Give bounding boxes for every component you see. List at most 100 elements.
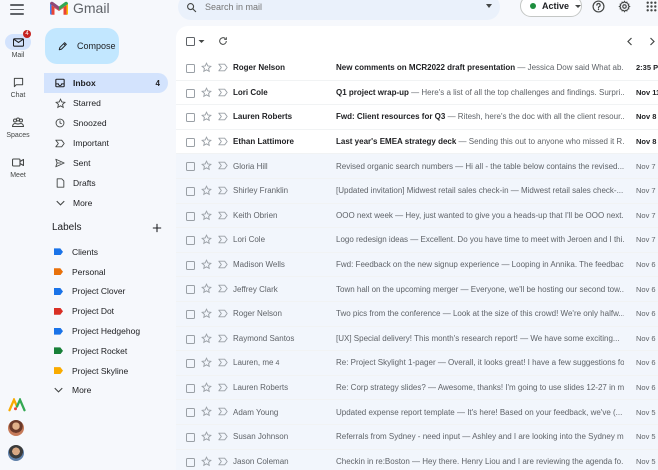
star-icon[interactable] xyxy=(201,308,212,319)
table-row[interactable]: Lori Cole Q1 project wrap-up — Here's a l… xyxy=(176,80,658,106)
star-icon[interactable] xyxy=(201,357,212,368)
search-icon[interactable] xyxy=(186,2,197,13)
table-row[interactable]: Lauren Roberts Fwd: Client resources for … xyxy=(176,105,658,130)
important-marker-icon[interactable] xyxy=(218,407,228,416)
workspace-logo-icon[interactable] xyxy=(8,398,26,412)
row-checkbox[interactable] xyxy=(186,186,195,196)
nav-item-more[interactable]: More xyxy=(44,193,168,213)
help-icon[interactable] xyxy=(592,0,605,13)
row-checkbox[interactable] xyxy=(186,432,195,442)
nav-item-inbox[interactable]: Inbox 4 xyxy=(44,73,168,93)
table-row[interactable]: Jeffrey Clark Town hall on the upcoming m… xyxy=(176,277,658,302)
table-row[interactable]: Gloria Hill Revised organic search number… xyxy=(176,154,658,179)
row-checkbox[interactable] xyxy=(186,285,195,295)
avatar[interactable] xyxy=(8,420,24,436)
nav-item-important[interactable]: Important xyxy=(44,133,168,153)
chevron-right-icon[interactable] xyxy=(649,37,656,46)
important-marker-icon[interactable] xyxy=(218,63,228,72)
row-checkbox[interactable] xyxy=(186,162,195,172)
table-row[interactable]: Ethan Lattimore Last year's EMEA strategy… xyxy=(176,129,658,155)
row-checkbox[interactable] xyxy=(186,383,195,393)
important-marker-icon[interactable] xyxy=(218,457,228,466)
rail-item-meet[interactable]: Meet xyxy=(0,154,36,179)
row-checkbox[interactable] xyxy=(186,359,195,369)
star-icon[interactable] xyxy=(201,62,212,73)
star-icon[interactable] xyxy=(201,185,212,196)
important-marker-icon[interactable] xyxy=(218,161,228,170)
row-checkbox[interactable] xyxy=(186,211,195,221)
label-item[interactable]: Project Rocket xyxy=(44,341,168,361)
rail-item-chat[interactable]: Chat xyxy=(0,74,36,99)
chevron-down-icon[interactable] xyxy=(198,39,205,44)
row-checkbox[interactable] xyxy=(186,334,195,344)
star-icon[interactable] xyxy=(201,283,212,294)
star-icon[interactable] xyxy=(201,381,212,393)
star-icon[interactable] xyxy=(201,332,212,344)
apps-grid-icon[interactable] xyxy=(645,0,658,13)
table-row[interactable]: Madison Wells Fwd: Feedback on the new si… xyxy=(176,252,658,278)
important-marker-icon[interactable] xyxy=(218,432,228,441)
important-marker-icon[interactable] xyxy=(218,88,228,97)
star-icon[interactable] xyxy=(201,86,212,98)
rail-item-mail[interactable]: 4 Mail xyxy=(0,30,36,59)
row-checkbox[interactable] xyxy=(186,113,195,123)
important-marker-icon[interactable] xyxy=(218,211,228,220)
star-icon[interactable] xyxy=(201,135,212,147)
label-item[interactable]: Clients xyxy=(44,242,168,262)
important-marker-icon[interactable] xyxy=(218,383,228,392)
nav-item-snoozed[interactable]: Snoozed xyxy=(44,113,168,133)
rail-item-spaces[interactable]: Spaces xyxy=(0,114,36,139)
table-row[interactable]: Roger Nelson New comments on MCR2022 draf… xyxy=(176,56,658,81)
table-row[interactable]: Lauren Roberts Re: Corp strategy slides? … xyxy=(176,375,658,401)
important-marker-icon[interactable] xyxy=(218,358,228,367)
label-item[interactable]: Personal xyxy=(44,262,168,282)
settings-gear-icon[interactable] xyxy=(618,0,631,13)
important-marker-icon[interactable] xyxy=(218,186,228,195)
star-icon[interactable] xyxy=(201,258,212,270)
star-icon[interactable] xyxy=(201,111,212,122)
star-icon[interactable] xyxy=(201,160,212,171)
table-row[interactable]: Lori Cole Logo redesign ideas — Excellent… xyxy=(176,228,658,253)
table-row[interactable]: Susan Johnson Referrals from Sydney - nee… xyxy=(176,424,658,450)
important-marker-icon[interactable] xyxy=(218,260,228,269)
important-marker-icon[interactable] xyxy=(218,309,228,318)
status-button[interactable]: Active xyxy=(520,0,582,17)
label-item[interactable]: Project Clover xyxy=(44,282,168,302)
table-row[interactable]: Jason Coleman Checkin in re:Boston — Hey … xyxy=(176,449,658,470)
table-row[interactable]: Roger Nelson Two pics from the conference… xyxy=(176,301,658,327)
star-icon[interactable] xyxy=(201,234,212,245)
important-marker-icon[interactable] xyxy=(218,334,228,343)
row-checkbox[interactable] xyxy=(186,137,195,147)
table-row[interactable]: Raymond Santos [UX] Special delivery! Thi… xyxy=(176,326,658,352)
label-item[interactable]: Project Dot xyxy=(44,301,168,321)
table-row[interactable]: Lauren, me 4 Re: Project Skylight 1-pager … xyxy=(176,351,658,376)
star-icon[interactable] xyxy=(201,406,212,417)
row-checkbox[interactable] xyxy=(186,260,195,270)
compose-button[interactable]: Compose xyxy=(45,28,119,64)
row-checkbox[interactable] xyxy=(186,236,195,246)
chevron-left-icon[interactable] xyxy=(626,37,633,46)
row-checkbox[interactable] xyxy=(186,309,195,319)
avatar[interactable] xyxy=(8,445,24,461)
star-icon[interactable] xyxy=(201,430,212,442)
important-marker-icon[interactable] xyxy=(218,284,228,293)
nav-item-starred[interactable]: Starred xyxy=(44,93,168,113)
nav-item-drafts[interactable]: Drafts xyxy=(44,173,168,193)
important-marker-icon[interactable] xyxy=(218,235,228,244)
label-item[interactable]: Project Hedgehog xyxy=(44,321,168,341)
star-icon[interactable] xyxy=(201,209,212,221)
table-row[interactable]: Keith Obrien OOO next week — Hey, just wa… xyxy=(176,203,658,229)
table-row[interactable]: Adam Young Updated expense report templat… xyxy=(176,400,658,425)
search-options-icon[interactable] xyxy=(486,4,492,8)
search-input[interactable] xyxy=(205,2,455,12)
select-all-checkbox[interactable] xyxy=(186,36,195,46)
label-item[interactable]: Project Skyline xyxy=(44,361,168,381)
table-row[interactable]: Shirley Franklin [Updated invitation] Mid… xyxy=(176,178,658,204)
main-menu-button[interactable] xyxy=(10,4,24,16)
important-marker-icon[interactable] xyxy=(218,112,228,121)
label-item[interactable]: More xyxy=(44,381,168,401)
row-checkbox[interactable] xyxy=(186,88,195,98)
refresh-icon[interactable] xyxy=(218,36,228,46)
nav-item-sent[interactable]: Sent xyxy=(44,153,168,173)
row-checkbox[interactable] xyxy=(186,408,195,418)
